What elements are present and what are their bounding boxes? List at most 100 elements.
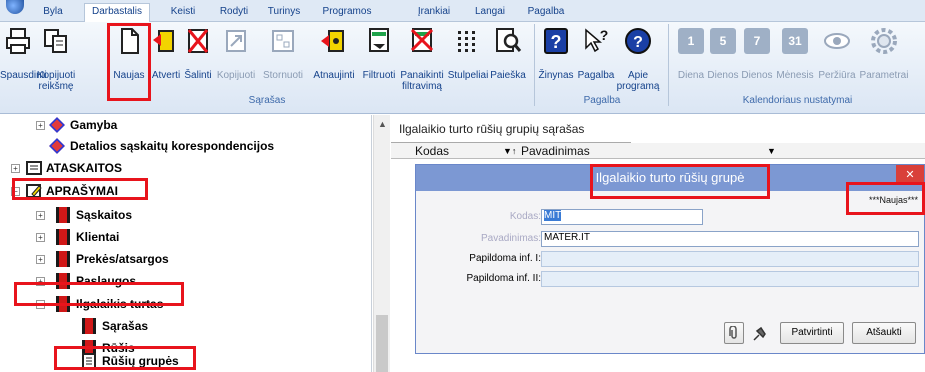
confirm-button[interactable]: Patvirtinti (780, 322, 844, 344)
calendar-month-icon: 31 (782, 28, 808, 54)
book-icon (56, 207, 70, 223)
print-label: Spausdinti (0, 70, 47, 81)
delete-label: Šalinti (184, 70, 212, 81)
clear-filter-button[interactable]: Panaikinti filtravimą (398, 24, 446, 92)
tab-programos[interactable]: Programos (318, 4, 376, 22)
help-pointer-icon: ? (585, 27, 608, 53)
attach-button[interactable] (724, 322, 744, 344)
pin-button[interactable] (748, 322, 772, 344)
tree-item-label: Detalios sąskaitų korespondencijos (70, 139, 275, 153)
days-label: Dienos (707, 70, 739, 81)
tab-pagalba[interactable]: Pagalba (524, 4, 568, 22)
cancel-button[interactable]: Atšaukti (852, 322, 916, 344)
day-label: Diena (677, 70, 705, 81)
about-label: Apie programą (616, 70, 660, 92)
expand-icon[interactable]: + (36, 211, 45, 220)
column-header-pavadinimas[interactable]: Pavadinimas (521, 143, 590, 159)
month-button[interactable]: 31 Mėnesis (774, 24, 816, 92)
help-label: Pagalba (577, 70, 615, 81)
clear-filter-icon (410, 28, 434, 52)
delete-icon (187, 29, 209, 53)
highlight-status (846, 182, 925, 215)
month-label: Mėnesis (776, 70, 814, 81)
tab-irankiai[interactable]: Įrankiai (412, 4, 456, 22)
tree-item-label: Sąrašas (102, 319, 149, 333)
reverse-label: Stornuoti (262, 70, 304, 81)
code-field[interactable]: MIT (541, 209, 703, 225)
reverse-button[interactable]: Stornuoti (258, 24, 308, 92)
calendar-days-icon: 5 (710, 28, 736, 54)
tree-item-label: Klientai (76, 230, 120, 244)
copy-value-button[interactable]: Kopijuoti reikšmę (36, 24, 76, 92)
svg-text:?: ? (633, 34, 643, 51)
name-value: MATER.IT (544, 232, 590, 243)
highlight-ilgalaikis-turtas (14, 282, 184, 306)
pin-icon (753, 326, 766, 341)
paperclip-icon (729, 325, 737, 339)
tab-darbastalis[interactable]: Darbastalis (84, 3, 150, 23)
code-value: MIT (544, 210, 562, 221)
view-label: Peržiūra (818, 70, 856, 81)
tab-turinys[interactable]: Turinys (262, 4, 306, 22)
params-button[interactable]: Parametrai (858, 24, 910, 92)
extra1-label: Papildoma inf. I: (469, 253, 541, 264)
sort-filter-icon[interactable]: ▼↑ (503, 143, 516, 159)
expand-icon[interactable]: + (36, 233, 45, 242)
eye-icon (824, 33, 850, 49)
copy-label: Kopijuoti (216, 70, 256, 81)
book-icon (56, 229, 70, 245)
group-label-calendar: Kalendoriaus nustatymai (742, 95, 853, 106)
tree-item-label: Prekės/atsargos (76, 252, 169, 266)
help-button[interactable]: ? Pagalba (576, 24, 616, 92)
tree-scrollbar[interactable]: ▲ (373, 115, 390, 372)
day-button[interactable]: 1 Diena (676, 24, 706, 92)
open-label: Atverti (151, 70, 181, 81)
filter-button[interactable]: Filtruoti (360, 24, 398, 92)
about-button[interactable]: ? Apie programą (616, 24, 660, 92)
column-header-kodas[interactable]: Kodas (415, 143, 449, 159)
group-label-help: Pagalba (583, 95, 621, 106)
days-week-button[interactable]: 7 Dienos (740, 24, 774, 92)
filter-dropdown-icon[interactable]: ▼ (767, 143, 776, 159)
tab-byla[interactable]: Byla (36, 4, 70, 22)
expand-icon[interactable]: + (36, 255, 45, 264)
ribbon-separator (668, 24, 669, 106)
extra1-field[interactable] (541, 251, 919, 267)
extra2-field[interactable] (541, 271, 919, 287)
reverse-icon (272, 30, 294, 52)
search-button[interactable]: Paieška (490, 24, 526, 92)
svg-text:?: ? (551, 32, 562, 52)
scroll-up-icon[interactable]: ▲ (378, 119, 387, 129)
report-icon (26, 161, 42, 175)
refresh-icon (321, 30, 344, 52)
expand-icon[interactable]: + (11, 164, 20, 173)
extra2-label: Papildoma inf. II: (466, 273, 541, 284)
gear-icon (871, 28, 897, 54)
columns-button[interactable]: Stulpeliai (446, 24, 490, 92)
print-button[interactable]: Spausdinti (0, 24, 47, 92)
diamond-icon (49, 138, 65, 154)
delete-button[interactable]: Šalinti (182, 24, 214, 92)
columns-label: Stulpeliai (447, 70, 489, 81)
open-button[interactable]: Atverti (150, 24, 182, 92)
refresh-button[interactable]: Atnaujinti (308, 24, 360, 92)
tab-langai[interactable]: Langai (470, 4, 510, 22)
tree-item-label: Sąskaitos (76, 208, 133, 222)
tab-keisti[interactable]: Keisti (165, 4, 201, 22)
name-field[interactable]: MATER.IT (541, 231, 919, 247)
app-menu-button[interactable] (2, 0, 28, 22)
days-button[interactable]: 5 Dienos (706, 24, 740, 92)
calendar-day-icon: 1 (678, 28, 704, 54)
copy-button[interactable]: Kopijuoti (214, 24, 258, 92)
view-button[interactable]: Peržiūra (816, 24, 858, 92)
grid-header: Kodas ▼↑ Pavadinimas ▼ (391, 143, 925, 159)
directory-button[interactable]: ? Žinynas (536, 24, 576, 92)
ribbon-tab-bar: Byla Darbastalis Keisti Rodyti Turinys P… (0, 0, 925, 23)
expand-icon[interactable]: + (36, 121, 45, 130)
refresh-label: Atnaujinti (313, 70, 355, 81)
scrollbar-thumb[interactable] (376, 315, 388, 372)
tab-rodyti[interactable]: Rodyti (214, 4, 254, 22)
book-icon (56, 251, 70, 267)
about-icon: ? (625, 28, 651, 54)
copy-icon (226, 30, 246, 52)
